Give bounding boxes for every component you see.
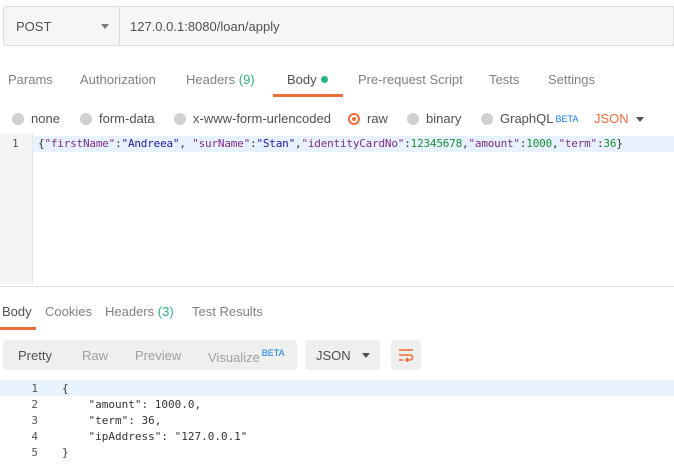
method-label: POST xyxy=(16,18,52,34)
url-input[interactable]: 127.0.0.1:8080/loan/apply xyxy=(119,6,674,46)
tab-body-label: Body xyxy=(287,72,317,87)
radio-graphql-label: GraphQL xyxy=(500,111,554,126)
response-line-number: 5 xyxy=(31,446,38,459)
body-indicator-dot xyxy=(320,76,328,83)
tab-settings[interactable]: Settings xyxy=(548,72,595,87)
response-line: 3 "term": 36, xyxy=(0,412,674,428)
code-brace-close: } xyxy=(616,137,623,150)
response-format-label: JSON xyxy=(316,348,351,363)
response-line: 2 "amount": 1000.0, xyxy=(0,396,674,412)
response-line-text: "amount": 1000.0, xyxy=(62,398,202,411)
radio-graphql[interactable]: GraphQL BETA xyxy=(481,111,578,126)
request-tabs: Params Authorization Headers (9) Body Pr… xyxy=(0,60,674,98)
pane-divider[interactable] xyxy=(0,286,674,287)
response-line-number: 1 xyxy=(31,382,38,395)
visualize-beta-badge: BETA xyxy=(261,348,285,358)
view-pretty[interactable]: Pretty xyxy=(18,348,52,363)
radio-raw-label: raw xyxy=(367,111,388,126)
request-body-editor[interactable]: 1 {"firstName":"Andreea", "surName":"Sta… xyxy=(0,134,674,284)
wrap-lines-button[interactable] xyxy=(391,340,421,370)
tab-headers-count: (9) xyxy=(238,72,255,87)
tab-headers[interactable]: Headers (9) xyxy=(186,72,255,87)
radio-binary-label: binary xyxy=(426,111,462,126)
method-select[interactable]: POST xyxy=(3,6,119,46)
radio-icon xyxy=(80,112,92,125)
response-line-number: 4 xyxy=(31,430,38,443)
tab-authorization[interactable]: Authorization xyxy=(80,72,156,87)
radio-icon xyxy=(174,112,186,125)
code-key-surName: "surName" xyxy=(192,137,251,150)
tab-prerequest-script[interactable]: Pre-request Script xyxy=(358,72,463,87)
wrap-lines-icon xyxy=(399,349,414,362)
radio-raw[interactable]: raw xyxy=(348,111,388,126)
tab-body[interactable]: Body xyxy=(287,72,328,87)
code-key-identityCardNo: "identityCardNo" xyxy=(301,137,405,150)
response-line-text: "ipAddress": "127.0.0.1" xyxy=(62,430,248,443)
radio-selected-icon xyxy=(348,112,360,125)
code-val-amount: 1000 xyxy=(526,137,552,150)
chevron-down-icon xyxy=(362,353,370,358)
response-line: 1 { xyxy=(0,380,674,396)
radio-binary[interactable]: binary xyxy=(407,111,461,126)
code-key-amount: "amount" xyxy=(468,137,520,150)
resp-tab-body[interactable]: Body xyxy=(2,304,32,319)
code-val-surName: "Stan" xyxy=(256,137,295,150)
tab-headers-label: Headers xyxy=(186,72,236,87)
response-tabs: Body Cookies Headers (3) Test Results xyxy=(0,296,674,330)
radio-icon xyxy=(481,112,493,125)
graphql-beta-badge: BETA xyxy=(555,113,579,124)
request-body-code: {"firstName":"Andreea", "surName":"Stan"… xyxy=(38,137,623,150)
active-resp-tab-indicator xyxy=(0,327,36,330)
code-key-term: "term" xyxy=(558,137,597,150)
radio-form-data[interactable]: form-data xyxy=(80,111,155,126)
response-line-text: "term": 36, xyxy=(62,414,162,427)
radio-none[interactable]: none xyxy=(12,111,60,126)
url-text: 127.0.0.1:8080/loan/apply xyxy=(130,18,280,34)
resp-tab-headers-label: Headers xyxy=(105,304,155,319)
code-val-term: 36 xyxy=(603,137,617,150)
response-line-number: 2 xyxy=(31,398,38,411)
response-line-number: 3 xyxy=(31,414,38,427)
radio-icon xyxy=(12,112,24,125)
language-select[interactable]: JSON xyxy=(594,111,629,126)
response-line-text: { xyxy=(62,382,69,395)
chevron-down-icon[interactable] xyxy=(636,117,644,122)
request-url-bar: POST 127.0.0.1:8080/loan/apply xyxy=(3,6,674,46)
tab-tests[interactable]: Tests xyxy=(489,72,519,87)
body-type-options: none form-data x-www-form-urlencoded raw… xyxy=(0,108,674,130)
response-format-select[interactable]: JSON xyxy=(305,340,380,370)
response-body-viewer[interactable]: 1 { 2 "amount": 1000.0, 3 "term": 36, 4 … xyxy=(0,378,674,466)
code-key-firstName: "firstName" xyxy=(44,137,116,150)
response-line-text: } xyxy=(62,446,69,459)
response-view-mode: Pretty Raw Preview Visualize BETA xyxy=(3,340,297,370)
resp-tab-test-results[interactable]: Test Results xyxy=(192,304,263,319)
radio-none-label: none xyxy=(31,111,60,126)
resp-tab-cookies[interactable]: Cookies xyxy=(45,304,92,319)
radio-icon xyxy=(407,112,419,125)
code-val-identityCardNo: 12345678 xyxy=(410,137,463,150)
tab-params[interactable]: Params xyxy=(8,72,53,87)
response-line: 4 "ipAddress": "127.0.0.1" xyxy=(0,428,674,444)
chevron-down-icon xyxy=(101,24,109,29)
view-preview[interactable]: Preview xyxy=(135,348,181,363)
code-val-firstName: "Andreea" xyxy=(121,137,180,150)
editor-gutter xyxy=(0,134,33,284)
radio-form-data-label: form-data xyxy=(99,111,155,126)
view-visualize[interactable]: Visualize BETA xyxy=(208,348,285,365)
line-number: 1 xyxy=(12,137,19,150)
resp-tab-headers[interactable]: Headers (3) xyxy=(105,304,174,319)
view-visualize-label: Visualize xyxy=(208,350,260,365)
radio-urlencoded[interactable]: x-www-form-urlencoded xyxy=(174,111,331,126)
view-raw[interactable]: Raw xyxy=(82,348,108,363)
resp-tab-headers-count: (3) xyxy=(157,304,174,319)
radio-urlencoded-label: x-www-form-urlencoded xyxy=(193,111,331,126)
response-line: 5 } xyxy=(0,444,674,460)
active-tab-indicator xyxy=(273,94,343,97)
